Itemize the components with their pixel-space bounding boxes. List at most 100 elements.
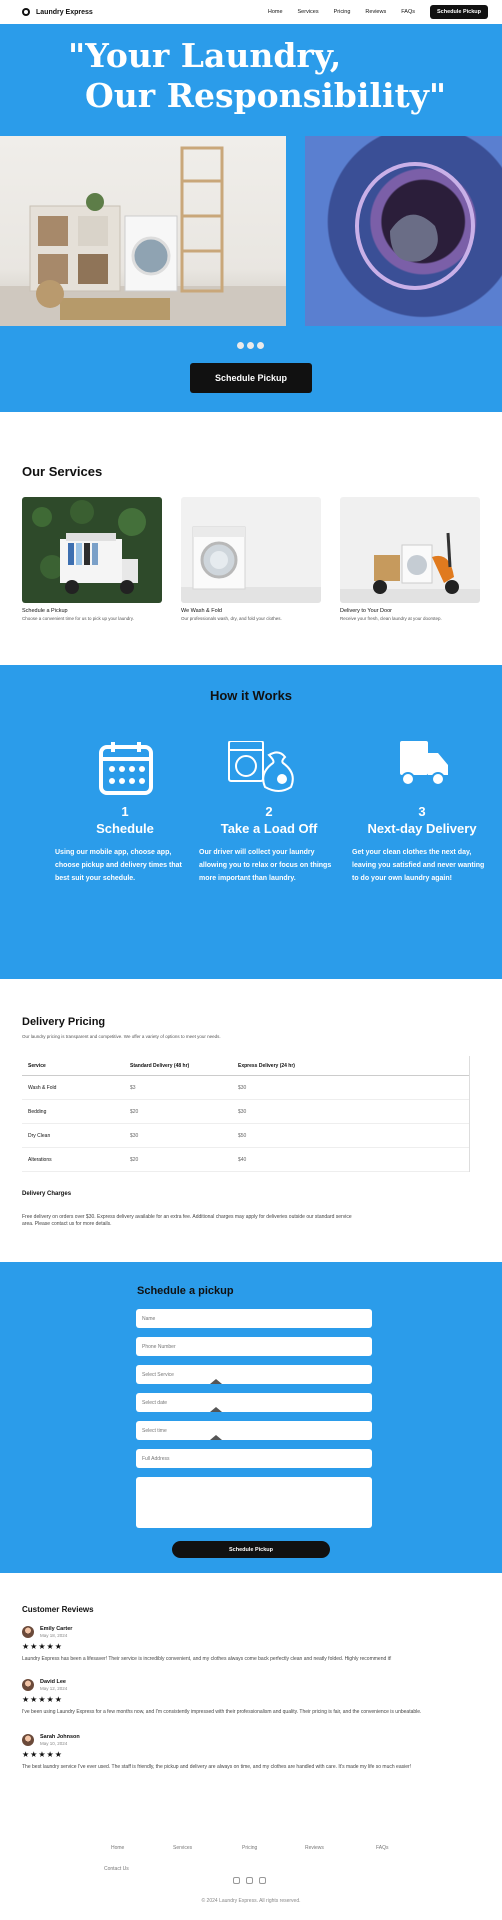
- hero-title-line-2: Our Responsibility": [85, 76, 447, 115]
- nav-link-reviews[interactable]: Reviews: [365, 9, 386, 15]
- pricing-subtitle: Our laundry pricing is transparent and c…: [22, 1034, 221, 1039]
- carousel-dots: [237, 342, 264, 349]
- reviews-title: Customer Reviews: [22, 1605, 94, 1614]
- schedule-form-title: Schedule a pickup: [137, 1285, 234, 1297]
- reviewer-name: Emily Carter: [40, 1626, 73, 1632]
- carousel-dot-2[interactable]: [247, 342, 254, 349]
- cell-standard: $3: [130, 1084, 136, 1091]
- phone-input[interactable]: Phone Number: [136, 1337, 372, 1356]
- footer-link-reviews[interactable]: Reviews: [305, 1845, 324, 1851]
- review-card: Emily Carter May 18, 2024 ★★★★★ Laundry …: [22, 1626, 482, 1663]
- facebook-icon[interactable]: [259, 1877, 266, 1884]
- copyright: © 2024 Laundry Express. All rights reser…: [201, 1898, 301, 1904]
- cell-standard: $30: [130, 1132, 139, 1139]
- review-header: Emily Carter May 18, 2024: [22, 1626, 482, 1638]
- nav-link-services[interactable]: Services: [298, 9, 319, 15]
- header-service: Service: [28, 1062, 46, 1069]
- cell-service: Bedding: [28, 1108, 47, 1115]
- review-card: Sarah Johnson May 10, 2024 ★★★★★ The bes…: [22, 1734, 482, 1771]
- review-card: David Lee May 12, 2024 ★★★★★ I've been u…: [22, 1679, 482, 1716]
- review-text: Laundry Express has been a lifesaver! Th…: [22, 1656, 392, 1662]
- delivery-truck-icon: [400, 741, 448, 786]
- step-number: 1: [121, 804, 129, 819]
- cell-express: $50: [238, 1132, 247, 1139]
- star-rating: ★★★★★: [22, 1750, 63, 1759]
- table-row: Bedding $20 $30: [22, 1100, 469, 1124]
- service-desc: Choose a convenient time for us to pick …: [22, 616, 134, 621]
- pricing-table: Service Standard Delivery (48 hr) Expres…: [22, 1056, 470, 1172]
- notes-textarea[interactable]: [136, 1477, 372, 1528]
- cell-express: $40: [238, 1156, 247, 1163]
- service-card-pickup[interactable]: Schedule a Pickup Choose a convenient ti…: [22, 497, 162, 622]
- pricing-header-row: Service Standard Delivery (48 hr) Expres…: [22, 1056, 469, 1076]
- nav-link-pricing[interactable]: Pricing: [334, 9, 351, 15]
- service-name: Delivery to Your Door: [340, 608, 392, 614]
- review-date: May 12, 2024: [40, 1686, 68, 1691]
- form-schedule-pickup-button[interactable]: Schedule Pickup: [172, 1541, 330, 1558]
- header-standard: Standard Delivery (48 hr): [130, 1062, 190, 1069]
- instagram-icon[interactable]: [246, 1877, 253, 1884]
- twitter-icon[interactable]: [233, 1877, 240, 1884]
- service-card-wash-fold[interactable]: We Wash & Fold Our professionals wash, d…: [181, 497, 321, 622]
- star-rating: ★★★★★: [22, 1642, 63, 1651]
- step-name: Schedule: [96, 821, 154, 836]
- footer-link-home[interactable]: Home: [111, 1845, 124, 1851]
- review-date: May 18, 2024: [40, 1633, 68, 1638]
- calendar-icon: [99, 742, 153, 795]
- hero-title: "Your Laundry, Our Responsibility": [68, 36, 446, 116]
- carousel-dot-3[interactable]: [257, 342, 264, 349]
- step-name: Next-day Delivery: [367, 821, 477, 836]
- step-name: Take a Load Off: [220, 821, 318, 836]
- service-desc: Receive your fresh, clean laundry at you…: [340, 616, 442, 621]
- step-desc: Our driver will collect your laundry all…: [199, 849, 332, 882]
- nav-link-faqs[interactable]: FAQs: [401, 9, 415, 15]
- reviewer-name: David Lee: [40, 1679, 66, 1685]
- cell-service: Wash & Fold: [28, 1084, 57, 1091]
- washer-laundry-bag-icon: [228, 740, 294, 792]
- footer-link-faqs[interactable]: FAQs: [376, 1845, 389, 1851]
- social-icons: [233, 1877, 266, 1884]
- step-number: 2: [265, 804, 273, 819]
- schedule-pickup-section: Schedule a pickup Name Phone Number Sele…: [0, 1262, 502, 1573]
- delivery-charges-text: Free delivery on orders over $30. Expres…: [22, 1214, 352, 1227]
- hero-slide-laundry-room: [0, 136, 286, 326]
- service-card-delivery[interactable]: Delivery to Your Door Receive your fresh…: [340, 497, 480, 622]
- star-rating: ★★★★★: [22, 1695, 63, 1704]
- nav-link-home[interactable]: Home: [268, 9, 283, 15]
- service-image-scooter: [340, 497, 480, 603]
- nav-links: Home Services Pricing Reviews FAQs Sched…: [268, 5, 488, 19]
- footer-link-services[interactable]: Services: [173, 1845, 192, 1851]
- footer-link-contact[interactable]: Contact Us: [104, 1866, 129, 1872]
- how-it-works-title: How it Works: [209, 688, 293, 703]
- footer-link-pricing[interactable]: Pricing: [242, 1845, 257, 1851]
- step-desc: Get your clean clothes the next day, lea…: [352, 849, 485, 882]
- time-select[interactable]: Select time: [136, 1421, 372, 1440]
- step-next-day-delivery: 3 Next-day Delivery Get your clean cloth…: [352, 741, 492, 885]
- laundry-room-illustration: [0, 146, 286, 326]
- service-image-pickup: [22, 497, 162, 603]
- top-nav: Laundry Express Home Services Pricing Re…: [0, 0, 502, 24]
- carousel-dot-1[interactable]: [237, 342, 244, 349]
- review-text: The best laundry service I've ever used.…: [22, 1764, 412, 1770]
- date-select[interactable]: Select date: [136, 1393, 372, 1412]
- step-number: 3: [418, 804, 426, 819]
- brand[interactable]: Laundry Express: [22, 8, 93, 16]
- service-name: We Wash & Fold: [181, 608, 222, 614]
- address-input[interactable]: Full Address: [136, 1449, 372, 1468]
- hero-schedule-pickup-button[interactable]: Schedule Pickup: [190, 363, 312, 393]
- review-text: I've been using Laundry Express for a fe…: [22, 1709, 422, 1715]
- hero-section: "Your Laundry, Our Responsibility" Sched…: [0, 24, 502, 412]
- hero-slide-washer-drum: [305, 136, 502, 326]
- review-date: May 10, 2024: [40, 1741, 68, 1746]
- avatar: [22, 1734, 34, 1746]
- nav-schedule-pickup-button[interactable]: Schedule Pickup: [429, 5, 488, 19]
- washer-logo-icon: [22, 8, 30, 16]
- step-schedule: 1 Schedule Using our mobile app, choose …: [55, 741, 195, 885]
- delivery-charges-title: Delivery Charges: [22, 1191, 72, 1197]
- review-header: Sarah Johnson May 10, 2024: [22, 1734, 482, 1746]
- service-select[interactable]: Select Service: [136, 1365, 372, 1384]
- services-title: Our Services: [22, 464, 103, 479]
- name-input[interactable]: Name: [136, 1309, 372, 1328]
- pricing-title: Delivery Pricing: [22, 1016, 106, 1028]
- cell-service: Alterations: [28, 1156, 52, 1163]
